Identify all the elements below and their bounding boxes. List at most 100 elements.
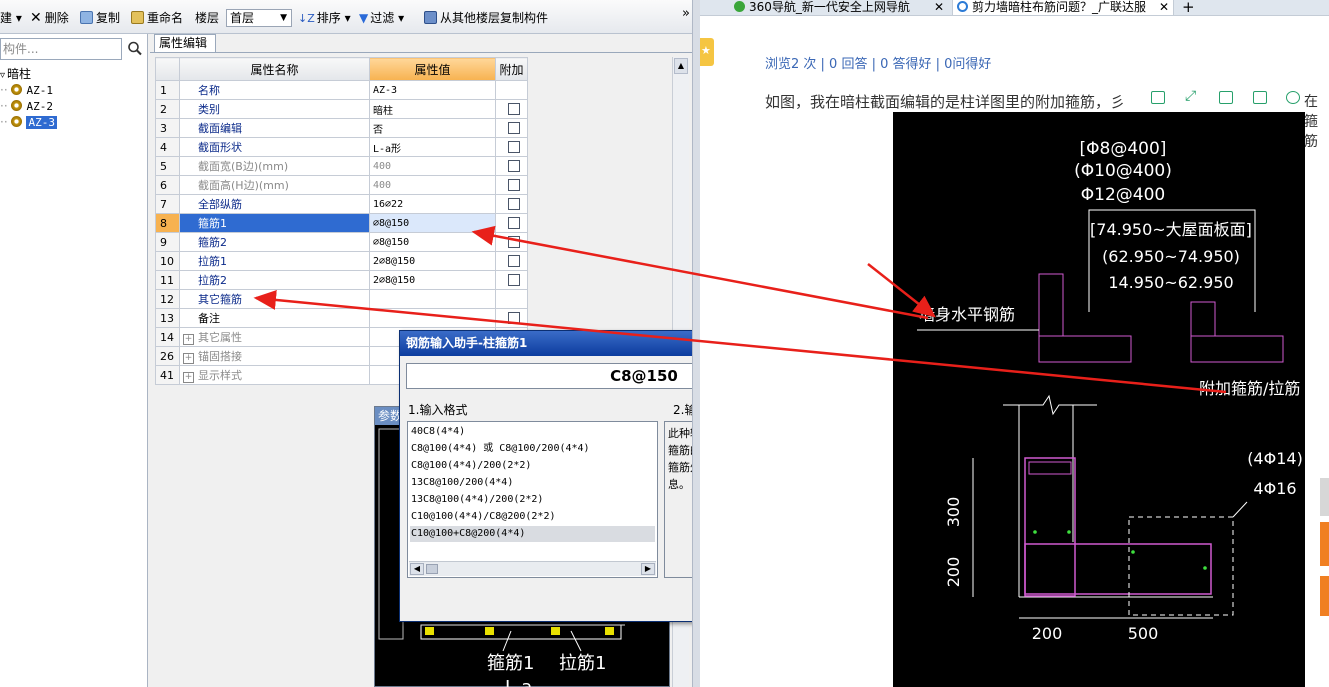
extra-checkbox[interactable] xyxy=(508,216,520,229)
format-item[interactable]: 13C8@100(4*4)/200(2*2) xyxy=(410,492,655,508)
search-icon[interactable] xyxy=(126,39,144,59)
row-number: 4 xyxy=(155,137,180,157)
expand-icon[interactable]: + xyxy=(183,353,194,364)
extra-checkbox[interactable] xyxy=(508,197,520,210)
toolbar-overflow-button[interactable]: » xyxy=(682,6,690,21)
sort-icon: ↓Z xyxy=(298,12,315,25)
tablet-icon[interactable] xyxy=(1151,91,1165,104)
save-icon[interactable] xyxy=(1219,91,1233,104)
floor-label: 楼层 xyxy=(195,11,220,25)
rename-button[interactable]: 重命名 xyxy=(131,10,183,26)
property-row[interactable]: 7 全部纵筋 16⌀22 xyxy=(155,194,528,214)
side-tab[interactable] xyxy=(1320,522,1329,566)
tree-node-az1[interactable]: ·· AZ-1 xyxy=(0,82,53,98)
extra-checkbox[interactable] xyxy=(508,273,520,286)
floor-select[interactable]: 首层 ▼ xyxy=(226,9,292,27)
property-row[interactable]: 11 拉筋2 2⌀8@150 xyxy=(155,270,528,290)
share-icon[interactable] xyxy=(1253,91,1267,104)
settings-icon[interactable] xyxy=(1286,91,1300,104)
format-item[interactable]: C10@100(4*4)/C8@200(2*2) xyxy=(410,509,655,525)
input-format-list[interactable]: 40C8(4*4) C8@100(4*4) 或 C8@100/200(4*4) … xyxy=(407,421,658,578)
property-row[interactable]: 8 箍筋1 ⌀8@150 xyxy=(155,213,528,233)
extra-checkbox[interactable] xyxy=(508,235,520,248)
property-name: 类别 xyxy=(179,99,370,119)
property-name: + 锚固搭接 xyxy=(179,346,370,366)
row-number: 1 xyxy=(155,80,180,100)
property-value[interactable]: L-a形 xyxy=(369,137,496,157)
property-row[interactable]: 13 备注 xyxy=(155,308,528,328)
extra-checkbox[interactable] xyxy=(508,311,520,324)
tab-question-page[interactable]: 剪力墙暗柱布筋问题？_广联达服 ✕ xyxy=(952,0,1174,15)
cad-bars-2: 4Φ16 xyxy=(1253,479,1296,498)
property-value[interactable]: AZ-3 xyxy=(369,80,496,100)
new-button[interactable]: 建 ▾ xyxy=(0,10,22,26)
format-list-hscrollbar[interactable]: ◀ ▶ xyxy=(409,561,656,576)
delete-button[interactable]: ✕ 删除 xyxy=(30,10,69,26)
property-value[interactable]: 2⌀8@150 xyxy=(369,251,496,271)
extra-checkbox[interactable] xyxy=(508,140,520,153)
scroll-thumb[interactable] xyxy=(426,564,438,574)
extra-checkbox[interactable] xyxy=(508,254,520,267)
property-value[interactable]: 400 xyxy=(369,175,496,195)
property-extra xyxy=(495,232,528,252)
property-value[interactable]: 16⌀22 xyxy=(369,194,496,214)
side-tab[interactable] xyxy=(1320,478,1329,516)
row-number: 2 xyxy=(155,99,180,119)
close-tab-icon[interactable]: ✕ xyxy=(934,0,944,14)
tab-360-nav[interactable]: 360导航_新一代安全上网导航 ✕ xyxy=(730,0,948,15)
format-item[interactable]: C8@100(4*4) 或 C8@100/200(4*4) xyxy=(410,441,655,457)
scroll-up-icon[interactable]: ▲ xyxy=(674,58,688,74)
row-number: 9 xyxy=(155,232,180,252)
property-extra xyxy=(495,270,528,290)
property-value[interactable] xyxy=(369,308,496,328)
sort-button[interactable]: ↓Z 排序 ▾ xyxy=(298,10,351,26)
property-value[interactable]: 400 xyxy=(369,156,496,176)
property-value[interactable]: ⌀8@150 xyxy=(369,213,496,233)
extra-checkbox[interactable] xyxy=(508,178,520,191)
property-row[interactable]: 3 截面编辑否 xyxy=(155,118,528,138)
property-row[interactable]: 1 名称 AZ-3 xyxy=(155,80,528,100)
col-value-header: 属性值 xyxy=(369,57,496,81)
scroll-left-icon[interactable]: ◀ xyxy=(410,563,424,575)
cad-spec-2: (Φ10@400) xyxy=(1074,161,1172,181)
property-value[interactable]: ⌀8@150 xyxy=(369,232,496,252)
favorite-icon[interactable]: ★ xyxy=(700,38,714,66)
copy-from-floor-button[interactable]: 从其他楼层复制构件 xyxy=(424,10,548,26)
extra-checkbox[interactable] xyxy=(508,102,520,115)
format-item[interactable]: C8@100(4*4)/200(2*2) xyxy=(410,458,655,474)
property-row[interactable]: 6 截面高(H边)(mm) 400 xyxy=(155,175,528,195)
property-row[interactable]: 10 拉筋1 2⌀8@150 xyxy=(155,251,528,271)
expand-icon[interactable]: + xyxy=(183,372,194,383)
tree-node-az3[interactable]: ·· AZ-3 xyxy=(0,114,57,130)
extra-checkbox[interactable] xyxy=(508,121,520,134)
tab-property-edit[interactable]: 属性编辑 xyxy=(154,34,216,52)
scroll-right-icon[interactable]: ▶ xyxy=(641,563,655,575)
expand-icon[interactable]: + xyxy=(183,334,194,345)
filter-button[interactable]: ▼ 过滤 ▾ xyxy=(359,10,404,26)
new-tab-button[interactable]: + xyxy=(1178,0,1200,15)
side-tab[interactable] xyxy=(1320,576,1329,616)
format-item[interactable]: 40C8(4*4) xyxy=(410,424,655,440)
cad-spec-1: [Φ8@400] xyxy=(1080,139,1167,159)
tree-node-az2[interactable]: ·· AZ-2 xyxy=(0,98,53,114)
component-search-input[interactable]: 构件... xyxy=(0,38,122,60)
property-row[interactable]: 2 类别 暗柱 xyxy=(155,99,528,119)
property-value[interactable]: 2⌀8@150 xyxy=(369,270,496,290)
property-value[interactable] xyxy=(369,289,496,309)
tree-node-root[interactable]: ▿ 暗柱 xyxy=(0,66,31,82)
window-splitter[interactable] xyxy=(692,0,700,687)
floor-copy-icon xyxy=(424,11,437,24)
copy-button[interactable]: 复制 xyxy=(80,10,120,26)
close-tab-icon[interactable]: ✕ xyxy=(1156,0,1169,14)
expand-icon[interactable]: ⤢ xyxy=(1185,88,1199,104)
property-row[interactable]: 5 截面宽(B边)(mm) 400 xyxy=(155,156,528,176)
property-row[interactable]: 12 其它箍筋 xyxy=(155,289,528,309)
property-row[interactable]: 4 截面形状 L-a形 xyxy=(155,137,528,157)
cad-additional-stirrup-label: 附加箍筋/拉筋 xyxy=(1199,379,1300,398)
property-value[interactable]: 暗柱 xyxy=(369,99,496,119)
extra-checkbox[interactable] xyxy=(508,159,520,172)
property-row[interactable]: 9 箍筋2 ⌀8@150 xyxy=(155,232,528,252)
format-item[interactable]: 13C8@100/200(4*4) xyxy=(410,475,655,491)
format-item-selected[interactable]: C10@100+C8@200(4*4) xyxy=(410,526,655,542)
property-value[interactable]: 否 xyxy=(369,118,496,138)
